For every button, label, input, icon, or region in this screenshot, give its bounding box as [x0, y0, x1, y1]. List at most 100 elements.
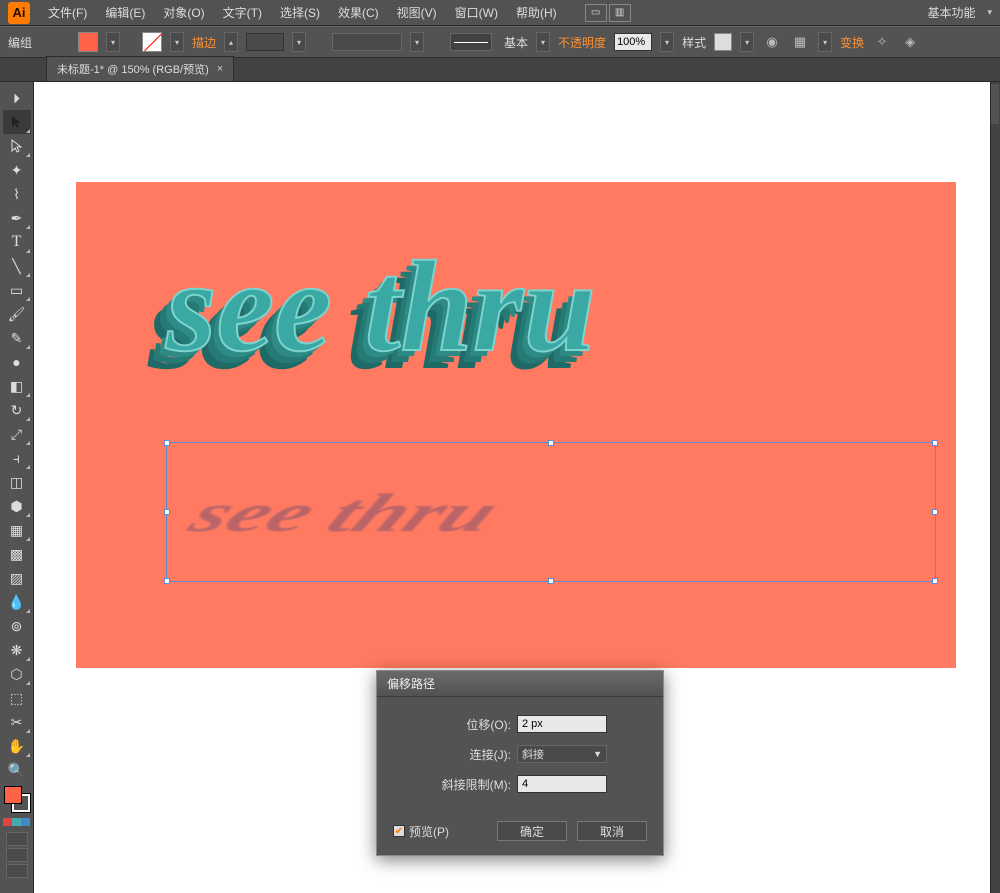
- align-icon[interactable]: ▦: [790, 32, 810, 52]
- miter-label: 斜接限制(M):: [442, 776, 511, 793]
- selection-handle[interactable]: [548, 440, 554, 446]
- mesh-tool[interactable]: ▩: [3, 542, 31, 566]
- perspective-tool[interactable]: ▦: [3, 518, 31, 542]
- artboard-tool[interactable]: ⬚: [3, 686, 31, 710]
- free-transform-tool[interactable]: ◫: [3, 470, 31, 494]
- scale-tool[interactable]: ⤢: [3, 422, 31, 446]
- cancel-button[interactable]: 取消: [577, 821, 647, 841]
- transform-label[interactable]: 变换: [840, 34, 864, 51]
- color-picker[interactable]: [4, 786, 30, 812]
- tools-panel: ⏵ ✦ ⌇ ✒ T ╲ ▭ 🖌 ✎ ● ◧ ↻ ⤢ ⫞ ◫ ⬢ ▦ ▩ ▨ 💧 …: [0, 82, 34, 893]
- toolbar-toggle-icon[interactable]: ⏵: [3, 86, 31, 110]
- opacity-input[interactable]: [614, 33, 652, 51]
- brush-dd[interactable]: ▾: [536, 32, 550, 52]
- eraser-tool[interactable]: ◧: [3, 374, 31, 398]
- doc-layout-icon[interactable]: ▭: [585, 4, 607, 22]
- selection-handle[interactable]: [164, 440, 170, 446]
- selection-handle[interactable]: [164, 578, 170, 584]
- arrange-icon[interactable]: ▥: [609, 4, 631, 22]
- pencil-tool[interactable]: ✎: [3, 326, 31, 350]
- menu-type[interactable]: 文字(T): [215, 1, 270, 24]
- stroke-weight-up[interactable]: ▴: [224, 32, 238, 52]
- menu-effect[interactable]: 效果(C): [330, 1, 387, 24]
- blend-tool[interactable]: ⊚: [3, 614, 31, 638]
- document-tab-bar: 未标题-1* @ 150% (RGB/预览) ×: [0, 58, 1000, 82]
- menu-select[interactable]: 选择(S): [272, 1, 328, 24]
- draw-mode-normal[interactable]: [6, 832, 28, 846]
- graph-tool[interactable]: ⬡: [3, 662, 31, 686]
- chevron-down-icon: ▼: [593, 749, 602, 759]
- selection-handle[interactable]: [548, 578, 554, 584]
- align-dd[interactable]: ▾: [818, 32, 832, 52]
- stroke-swatch[interactable]: [142, 32, 162, 52]
- stroke-variable-select[interactable]: [332, 33, 402, 51]
- edit-contents-icon[interactable]: ◈: [900, 32, 920, 52]
- gradient-tool[interactable]: ▨: [3, 566, 31, 590]
- join-label: 连接(J):: [470, 746, 511, 763]
- ok-button[interactable]: 确定: [497, 821, 567, 841]
- miter-input[interactable]: [517, 775, 607, 793]
- offset-input[interactable]: [517, 715, 607, 733]
- stroke-label[interactable]: 描边: [192, 34, 216, 51]
- draw-mode-behind[interactable]: [6, 848, 28, 862]
- style-swatch[interactable]: [714, 33, 732, 51]
- opacity-label[interactable]: 不透明度: [558, 34, 606, 51]
- magic-wand-tool[interactable]: ✦: [3, 158, 31, 182]
- right-panel-dock[interactable]: [990, 82, 1000, 893]
- selection-handle[interactable]: [932, 578, 938, 584]
- selection-handle[interactable]: [932, 509, 938, 515]
- selection-handle[interactable]: [932, 440, 938, 446]
- menu-help[interactable]: 帮助(H): [508, 1, 565, 24]
- fill-swatch[interactable]: [78, 32, 98, 52]
- paintbrush-tool[interactable]: 🖌: [3, 302, 31, 326]
- screen-mode[interactable]: [6, 864, 28, 878]
- close-icon[interactable]: ×: [217, 63, 223, 75]
- menu-view[interactable]: 视图(V): [389, 1, 445, 24]
- workspace-switcher[interactable]: 基本功能: [921, 4, 981, 21]
- pen-tool[interactable]: ✒: [3, 206, 31, 230]
- panel-tab[interactable]: [991, 84, 999, 124]
- menu-object[interactable]: 对象(O): [155, 1, 212, 24]
- color-mode-strip[interactable]: [3, 818, 31, 826]
- artwork-outline-text: see thru: [166, 232, 596, 382]
- eyedropper-tool[interactable]: 💧: [3, 590, 31, 614]
- fill-color-icon[interactable]: [4, 786, 22, 804]
- recolor-icon[interactable]: ◉: [762, 32, 782, 52]
- stroke-var-dd[interactable]: ▾: [410, 32, 424, 52]
- stroke-dropdown[interactable]: ▾: [170, 32, 184, 52]
- lasso-tool[interactable]: ⌇: [3, 182, 31, 206]
- slice-tool[interactable]: ✂: [3, 710, 31, 734]
- chevron-down-icon: ▾: [987, 7, 992, 18]
- document-tab-title: 未标题-1* @ 150% (RGB/预览): [57, 61, 209, 77]
- line-tool[interactable]: ╲: [3, 254, 31, 278]
- selection-handle[interactable]: [164, 509, 170, 515]
- stroke-weight-input[interactable]: [246, 33, 284, 51]
- type-tool[interactable]: T: [3, 230, 31, 254]
- symbol-sprayer-tool[interactable]: ❋: [3, 638, 31, 662]
- shape-builder-tool[interactable]: ⬢: [3, 494, 31, 518]
- fill-dropdown[interactable]: ▾: [106, 32, 120, 52]
- rotate-tool[interactable]: ↻: [3, 398, 31, 422]
- menu-edit[interactable]: 编辑(E): [97, 1, 153, 24]
- brush-preview[interactable]: [450, 33, 492, 51]
- direct-selection-tool[interactable]: [3, 134, 31, 158]
- document-tab[interactable]: 未标题-1* @ 150% (RGB/预览) ×: [46, 56, 234, 81]
- width-tool[interactable]: ⫞: [3, 446, 31, 470]
- zoom-tool[interactable]: 🔍: [3, 758, 31, 782]
- stroke-weight-dd[interactable]: ▾: [292, 32, 306, 52]
- checkbox-icon: ✔: [393, 825, 405, 837]
- style-dd[interactable]: ▾: [740, 32, 754, 52]
- join-select[interactable]: 斜接 ▼: [517, 745, 607, 763]
- rectangle-tool[interactable]: ▭: [3, 278, 31, 302]
- hand-tool[interactable]: ✋: [3, 734, 31, 758]
- preview-checkbox[interactable]: ✔ 预览(P): [393, 823, 449, 840]
- selection-type-label: 编组: [8, 34, 32, 51]
- app-logo-icon: Ai: [8, 2, 30, 24]
- opacity-dd[interactable]: ▾: [660, 32, 674, 52]
- selection-tool[interactable]: [3, 110, 31, 134]
- menu-window[interactable]: 窗口(W): [447, 1, 506, 24]
- selection-bounding-box[interactable]: [166, 442, 936, 582]
- isolate-icon[interactable]: ✧: [872, 32, 892, 52]
- menu-file[interactable]: 文件(F): [40, 1, 95, 24]
- blob-brush-tool[interactable]: ●: [3, 350, 31, 374]
